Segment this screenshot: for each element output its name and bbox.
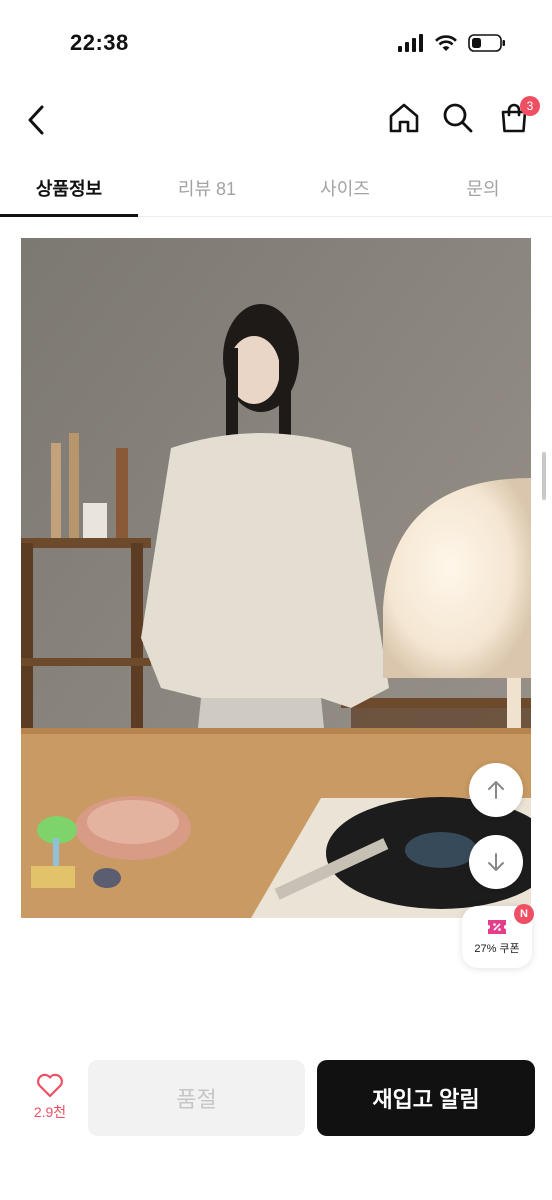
product-image [21, 238, 531, 918]
coupon-icon [488, 920, 506, 934]
product-tabs: 상품정보 리뷰 81 사이즈 문의 [0, 160, 552, 217]
signal-icon [398, 34, 424, 57]
battery-icon [468, 34, 506, 57]
cart-button[interactable]: 3 [494, 96, 540, 138]
scroll-down-button[interactable] [469, 835, 523, 889]
like-button[interactable]: 2.9천 [20, 1072, 80, 1132]
search-icon [443, 103, 473, 133]
top-nav: 3 [0, 90, 552, 152]
like-count: 2.9천 [33, 1104, 67, 1120]
arrow-down-icon [488, 853, 504, 871]
scrollbar[interactable] [542, 452, 546, 500]
search-button[interactable] [438, 98, 478, 138]
scroll-up-button[interactable] [469, 763, 523, 817]
status-icons [398, 34, 506, 57]
tab-inquiry[interactable]: 문의 [414, 160, 552, 216]
coupon-label: 27% 쿠폰 [474, 943, 520, 955]
new-badge: N [514, 904, 534, 924]
coupon-button[interactable]: N 27% 쿠폰 [462, 904, 534, 968]
tab-product-info[interactable]: 상품정보 [0, 160, 138, 217]
chevron-left-icon [28, 105, 44, 135]
status-time: 22:38 [70, 30, 129, 55]
tab-reviews[interactable]: 리뷰 81 [138, 160, 276, 216]
tab-size[interactable]: 사이즈 [276, 160, 414, 216]
restock-alert-button[interactable]: 재입고 알림 [317, 1060, 535, 1136]
heart-icon [37, 1073, 63, 1098]
wifi-icon [434, 34, 458, 57]
arrow-up-icon [488, 781, 504, 799]
status-bar: 22:38 [0, 0, 552, 90]
home-button[interactable] [384, 98, 424, 138]
home-icon [389, 103, 419, 133]
cart-count-badge: 3 [520, 96, 540, 116]
soldout-button[interactable]: 품절 [88, 1060, 305, 1136]
back-button[interactable] [18, 100, 54, 140]
